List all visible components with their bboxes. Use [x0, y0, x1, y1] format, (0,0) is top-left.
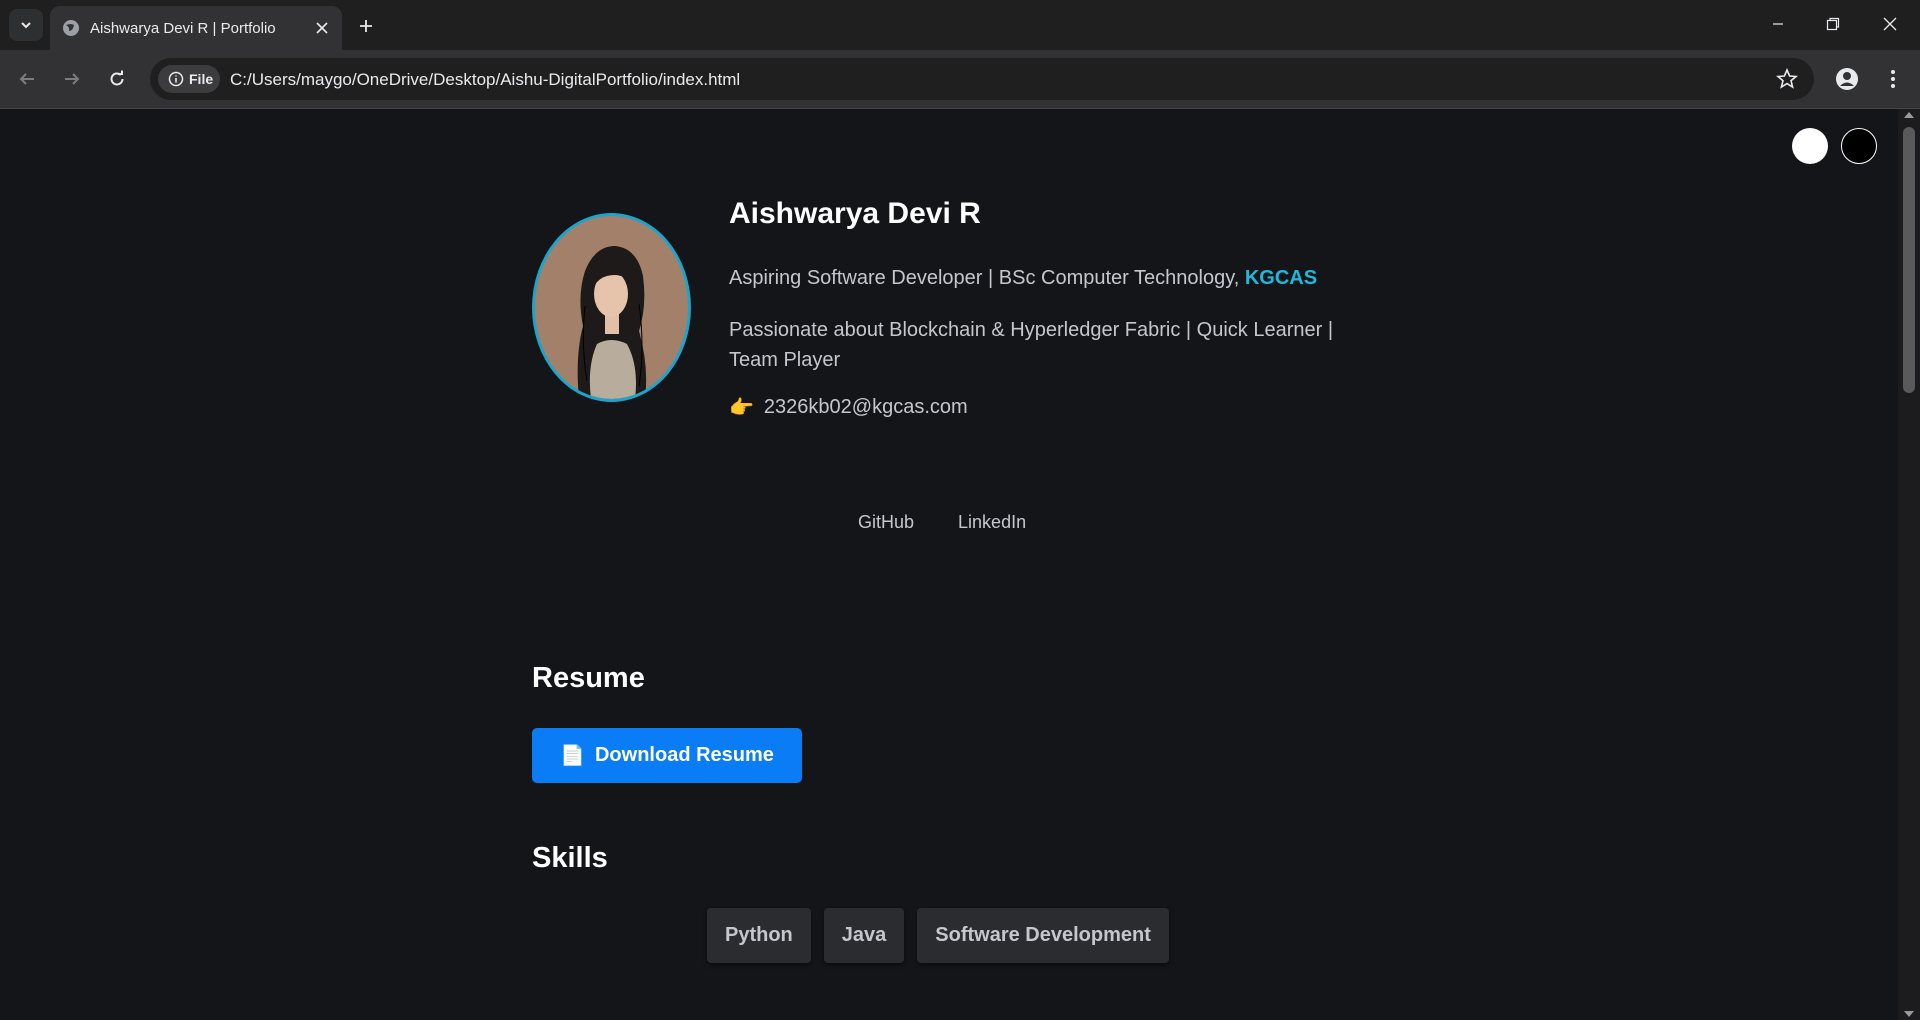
browser-tab[interactable]: Aishwarya Devi R | Portfolio	[50, 6, 342, 50]
person-icon	[1836, 68, 1858, 90]
dark-theme-toggle[interactable]	[1841, 128, 1877, 164]
profile-illustration	[535, 216, 688, 399]
download-resume-label: Download Resume	[594, 744, 774, 766]
forward-button[interactable]	[55, 62, 89, 96]
skills-heading: Skills	[532, 842, 608, 874]
tab-close-icon[interactable]	[312, 18, 332, 38]
tab-title: Aishwarya Devi R | Portfolio	[90, 20, 276, 37]
new-tab-button[interactable]	[352, 12, 380, 40]
address-bar[interactable]: File C:/Users/maygo/OneDrive/Desktop/Ais…	[150, 58, 1814, 100]
profile-name: Aishwarya Devi R	[729, 197, 981, 230]
tab-search-button[interactable]	[9, 9, 43, 41]
subtitle-text: Aspiring Software Developer | BSc Comput…	[729, 267, 1245, 289]
arrow-right-icon	[65, 73, 80, 85]
skill-software-development: Software Development	[917, 908, 1169, 963]
profile-subtitle: Aspiring Software Developer | BSc Comput…	[729, 267, 1317, 290]
light-theme-toggle[interactable]	[1792, 128, 1828, 164]
skill-python: Python	[707, 908, 811, 963]
browser-menu-button[interactable]	[1876, 62, 1910, 96]
close-window-button[interactable]	[1870, 8, 1910, 40]
profile-tagline: Passionate about Blockchain & Hyperledge…	[729, 319, 1334, 371]
download-resume-button[interactable]: 📄 Download Resume	[532, 728, 802, 783]
reload-icon	[110, 70, 124, 86]
url-text[interactable]: C:/Users/maygo/OneDrive/Desktop/Aishu-Di…	[230, 70, 740, 90]
chevron-down-icon	[21, 22, 31, 29]
scroll-up-arrow-icon[interactable]	[1904, 112, 1914, 118]
skill-java: Java	[823, 908, 905, 963]
avatar	[532, 213, 691, 402]
linkedin-link[interactable]: LinkedIn	[958, 512, 1026, 533]
site-info-chip[interactable]: File	[158, 65, 220, 93]
college-highlight: KGCAS	[1244, 267, 1318, 289]
pointing-hand-icon: 👉	[729, 397, 754, 419]
social-links: GitHub LinkedIn	[858, 512, 1026, 533]
email-line: 👉 2326kb02@kgcas.com	[729, 395, 968, 420]
back-button[interactable]	[10, 62, 44, 96]
resume-heading: Resume	[532, 662, 645, 694]
globe-icon	[63, 20, 79, 36]
scroll-down-arrow-icon[interactable]	[1904, 1011, 1914, 1017]
info-icon	[168, 71, 184, 87]
reload-button[interactable]	[100, 62, 134, 96]
browser-toolbar: File C:/Users/maygo/OneDrive/Desktop/Ais…	[0, 50, 1920, 109]
email-text[interactable]: 2326kb02@kgcas.com	[764, 396, 968, 419]
tab-strip: Aishwarya Devi R | Portfolio	[0, 0, 1920, 50]
skills-list: Python Java Software Development	[707, 908, 1169, 963]
more-vertical-icon	[1891, 70, 1895, 88]
document-icon: 📄	[560, 745, 585, 767]
scroll-thumb[interactable]	[1903, 127, 1915, 393]
github-link[interactable]: GitHub	[858, 512, 914, 533]
vertical-scrollbar[interactable]	[1898, 109, 1920, 1020]
restore-icon	[1826, 17, 1840, 31]
profile-button[interactable]	[1830, 62, 1864, 96]
minimize-icon	[1773, 23, 1783, 25]
site-info-label: File	[189, 71, 214, 87]
arrow-left-icon	[19, 73, 34, 85]
close-icon	[1883, 17, 1897, 31]
plus-icon	[360, 20, 372, 32]
portfolio-page: Aishwarya Devi R Aspiring Software Devel…	[0, 109, 1898, 1020]
minimize-button[interactable]	[1758, 8, 1798, 40]
bookmark-star-icon[interactable]	[1775, 67, 1799, 95]
restore-button[interactable]	[1813, 8, 1853, 40]
